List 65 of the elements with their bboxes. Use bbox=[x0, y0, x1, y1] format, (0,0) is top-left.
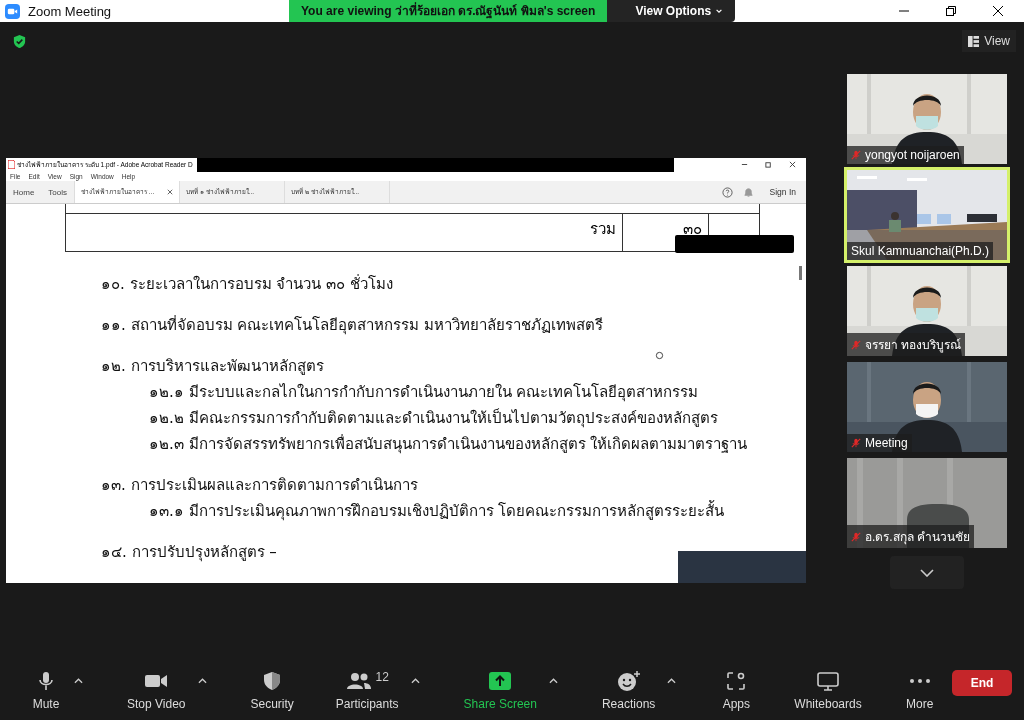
close-icon[interactable] bbox=[789, 161, 796, 168]
heading-text: ๑๐. ระยะเวลาในการอบรม จำนวน ๓๐ ชั่วโมง bbox=[101, 273, 393, 295]
video-tile[interactable]: Skul Kamnuanchai(Ph.D.) bbox=[847, 170, 1007, 260]
whiteboard-icon bbox=[817, 670, 839, 691]
participant-name-label: Skul Kamnuanchai(Ph.D.) bbox=[847, 242, 994, 260]
toolbar-button[interactable]: Reactions bbox=[593, 669, 664, 711]
toolbar-button[interactable]: More bbox=[895, 669, 944, 711]
toolbar-button[interactable]: 12 Participants bbox=[327, 669, 407, 711]
toolbar-button[interactable]: Mute bbox=[22, 669, 70, 711]
caret-up-icon[interactable] bbox=[667, 677, 677, 684]
table-cell: รวม bbox=[66, 214, 623, 251]
sign-in-link[interactable]: Sign In bbox=[769, 187, 796, 197]
shield-check-icon[interactable] bbox=[12, 33, 27, 49]
sub-item-text: ๑๒.๒ มีคณะกรรมการกำกับติดตามและดำเนินงานให้เป็นไปตามวัตถุประสงค์ของหลักสูตร bbox=[148, 407, 718, 430]
muted-mic-icon bbox=[851, 438, 861, 448]
window-title: Zoom Meeting bbox=[28, 3, 112, 19]
caret-up-icon[interactable] bbox=[74, 677, 83, 684]
muted-mic-icon bbox=[851, 150, 861, 160]
scrollbar[interactable] bbox=[799, 266, 802, 280]
toolbar-button[interactable]: Apps bbox=[712, 669, 761, 711]
participant-name-label: Meeting bbox=[847, 434, 912, 452]
heading-text: ๑๑. สถานที่จัดอบรม คณะเทคโนโลยีอุตสาหกรรม มหาวิทยาลัยราชภัฏเทพสตรี bbox=[101, 314, 604, 337]
layout-icon bbox=[968, 35, 980, 47]
microphone-icon bbox=[36, 670, 56, 691]
caret-up-icon[interactable] bbox=[548, 677, 558, 684]
help-icon[interactable] bbox=[721, 186, 733, 198]
sub-item-text: ๑๓.๑ มีการประเมินคุณภาพการฝึกอบรมเชิงปฏิบัติการ โดยคณะกรรมการหลักสูตรระยะสั้น bbox=[148, 499, 725, 523]
participant-name-label: จรรยา ทองบริบูรณ์ bbox=[847, 333, 966, 356]
viewing-banner: You are viewing ว่าที่ร้อยเอก ดร.ณัฐนันท์ พิมล's screen bbox=[289, 0, 608, 22]
participant-count: 12 bbox=[375, 669, 389, 684]
end-button[interactable]: End bbox=[952, 670, 1012, 696]
more-dots-icon bbox=[908, 677, 931, 684]
video-tile[interactable]: อ.ดร.สกุล คำนวนชัย bbox=[847, 458, 1007, 548]
caret-up-icon[interactable] bbox=[197, 677, 207, 684]
muted-mic-icon bbox=[851, 339, 861, 350]
caret-up-icon[interactable] bbox=[410, 677, 420, 684]
video-tile[interactable]: จรรยา ทองบริบูรณ์ bbox=[847, 266, 1007, 356]
smiley-plus-icon bbox=[616, 669, 641, 692]
heading-text: ๑๔. การปรับปรุงหลักสูตร – bbox=[101, 542, 277, 564]
participant-name-label: อ.ดร.สกุล คำนวนชัย bbox=[847, 525, 974, 548]
sub-item-text: ๑๒.๓ มีการจัดสรรทรัพยากรเพื่อสนับสนุนการดำเนินงานของหลักสูตร ให้เกิดผลตามมาตราฐาน bbox=[148, 433, 748, 456]
minimize-icon[interactable] bbox=[741, 161, 748, 168]
view-options-button[interactable]: View Options bbox=[607, 0, 736, 22]
heading-text: ๑๓. การประเมินผลและการติดตามการดำเนินการ bbox=[101, 475, 418, 496]
people-icon bbox=[345, 670, 372, 691]
chevron-down-icon bbox=[920, 568, 934, 577]
video-tile[interactable]: yongyot noijaroen bbox=[847, 74, 1007, 164]
close-icon[interactable] bbox=[992, 5, 1004, 17]
apps-icon bbox=[726, 670, 747, 691]
shield-icon bbox=[262, 670, 283, 691]
zoom-logo-icon bbox=[5, 3, 20, 19]
toolbar-button[interactable]: Share Screen bbox=[455, 669, 545, 711]
chevron-down-icon bbox=[715, 7, 724, 15]
video-tile[interactable]: Meeting bbox=[847, 362, 1007, 452]
nav-tab[interactable]: Home bbox=[6, 181, 42, 203]
sub-item-text: ๑๒.๑ มีระบบและกลไกในการกำกับการดำเนินงานภายใน คณะเทคโนโลยีอุตสาหกรรม bbox=[148, 382, 699, 404]
participant-name-label: yongyot noijaroen bbox=[847, 146, 964, 164]
restore-icon[interactable] bbox=[945, 5, 957, 17]
toolbar-button[interactable]: Stop Video bbox=[119, 669, 194, 711]
nav-tab[interactable]: Tools bbox=[41, 181, 75, 203]
view-button[interactable]: View bbox=[962, 30, 1016, 52]
muted-mic-icon bbox=[851, 531, 861, 542]
toolbar-button[interactable]: Whiteboards bbox=[786, 669, 870, 711]
heading-text: ๑๒. การบริหารและพัฒนาหลักสูตร bbox=[101, 356, 324, 377]
toolbar-button[interactable]: Security bbox=[242, 669, 302, 711]
